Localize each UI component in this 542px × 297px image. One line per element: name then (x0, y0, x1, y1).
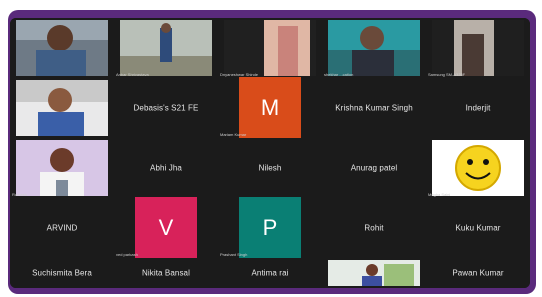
participant-tile[interactable]: shekhar ...cation (322, 18, 426, 78)
participant-tile[interactable]: ARVIND (10, 198, 114, 258)
participant-tile[interactable]: Antima rai (218, 258, 322, 288)
participant-tile[interactable]: Dnyaneshwar Shinde (218, 18, 322, 78)
participant-name: Kuku Kumar (455, 223, 501, 233)
participant-video (328, 260, 420, 286)
participant-video (432, 20, 524, 76)
participant-tile[interactable]: Anbar Shrivastava (114, 18, 218, 78)
participant-name: Pawan Kumar (452, 268, 504, 278)
participant-video (16, 20, 108, 76)
participant-tile[interactable]: Suchismita Bera (10, 258, 114, 288)
participant-tile[interactable]: P Prashant Singh (218, 197, 322, 259)
participant-tile[interactable]: Nikita Bansal (114, 258, 218, 288)
participant-video (120, 20, 212, 76)
participant-tile[interactable]: V ved parkash (114, 197, 218, 259)
participant-tile[interactable]: Debasis's S21 FE (114, 78, 218, 138)
participant-name: Anurag patel (350, 163, 398, 173)
participant-name: Nikita Bansal (142, 268, 190, 278)
participant-tile[interactable]: Rohit (322, 198, 426, 258)
participant-tile[interactable]: Kuku Kumar (426, 198, 530, 258)
participant-video (16, 80, 108, 136)
participant-tile[interactable] (10, 18, 114, 78)
avatar: M (239, 77, 301, 139)
avatar: P (239, 197, 301, 259)
participant-name: ARVIND (46, 223, 78, 233)
participant-mini-label: ved parkash (116, 252, 138, 257)
participant-tile[interactable]: Anurag patel (322, 138, 426, 198)
participant-tile[interactable] (10, 78, 114, 138)
participant-name: Inderjit (465, 103, 491, 113)
participant-name: Suchismita Bera (32, 268, 92, 278)
participant-mini-label: Ramesh (12, 192, 27, 197)
participant-tile[interactable]: Nilesh (218, 138, 322, 198)
participant-video (224, 20, 316, 76)
participant-mini-label: Anbar Shrivastava (116, 72, 149, 77)
participant-tile[interactable]: Abhi Jha (114, 138, 218, 198)
participant-tile[interactable]: Samsung SM-A325F (426, 18, 530, 78)
participant-name: Antima rai (251, 268, 289, 278)
participant-tile[interactable]: Pawan Kumar (426, 258, 530, 288)
participant-tile[interactable]: M Mariam Kumar (218, 77, 322, 139)
video-grid: Anbar Shrivastava Dnyaneshwar Shinde she… (10, 18, 530, 288)
participant-name: Abhi Jha (150, 163, 182, 173)
participant-tile[interactable]: Inderjit (426, 78, 530, 138)
participant-video (16, 140, 108, 196)
participant-mini-label: Samsung SM-A325F (428, 72, 466, 77)
participant-tile[interactable]: Krishna Kumar Singh (322, 78, 426, 138)
participant-tile[interactable] (322, 258, 426, 288)
participant-mini-label: Megha Saini (428, 192, 451, 197)
participant-name: Rohit (364, 223, 384, 233)
participant-mini-label: shekhar ...cation (324, 72, 354, 77)
participant-video (432, 140, 524, 196)
participant-video (328, 20, 420, 76)
participant-name: Nilesh (258, 163, 282, 173)
participant-name: Krishna Kumar Singh (335, 103, 413, 113)
participant-tile[interactable]: Ramesh (10, 138, 114, 198)
participant-name: Debasis's S21 FE (133, 103, 199, 113)
participant-tile[interactable]: Megha Saini (426, 138, 530, 198)
participant-mini-label: Mariam Kumar (220, 132, 247, 137)
participant-mini-label: Prashant Singh (220, 252, 248, 257)
avatar: V (135, 197, 197, 259)
